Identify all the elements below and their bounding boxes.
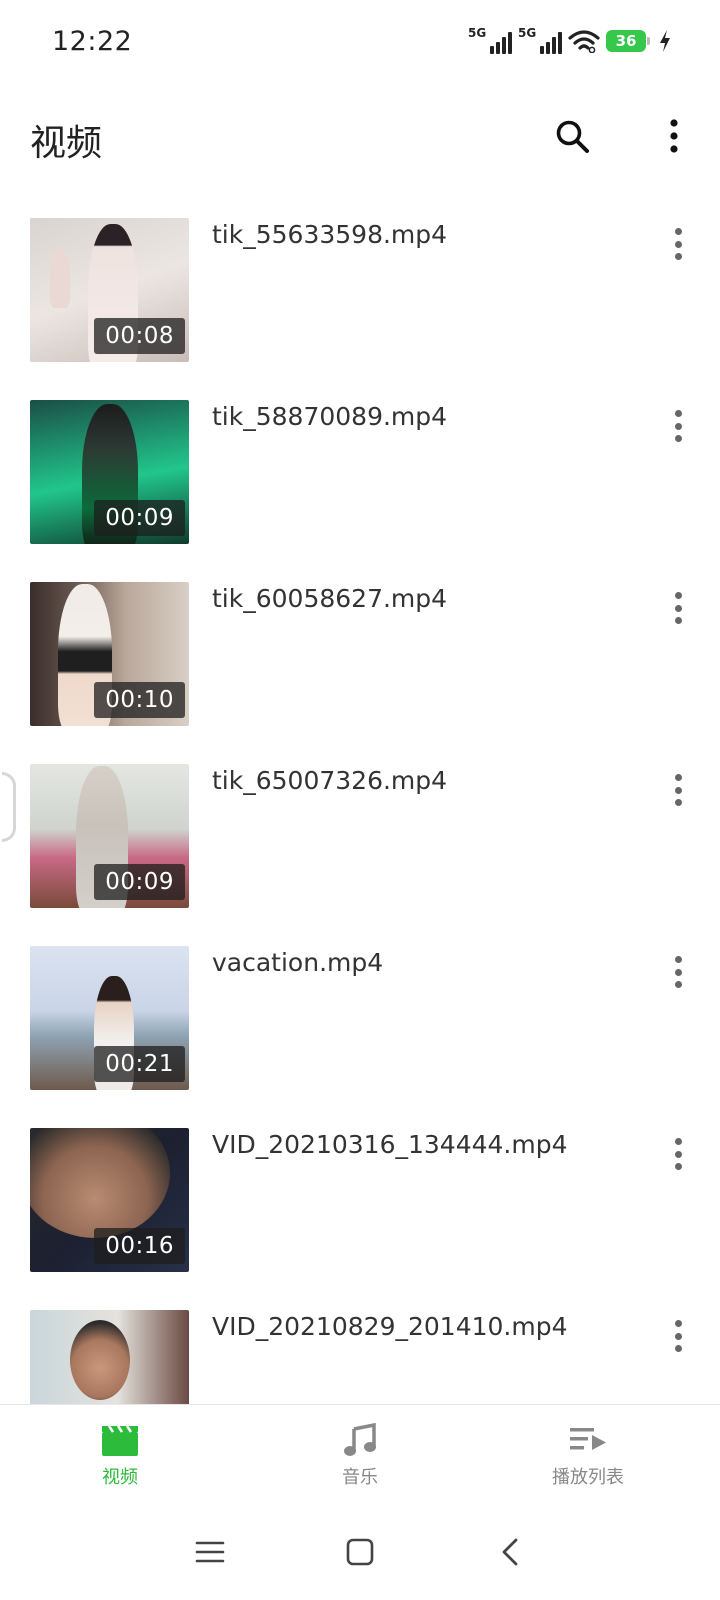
more-vertical-icon[interactable] [654, 116, 694, 156]
signal-5g-icon: 5G [518, 26, 562, 54]
nav-tab-label: 视频 [102, 1467, 138, 1488]
item-more-icon[interactable] [660, 406, 696, 446]
video-duration: 00:16 [94, 1228, 185, 1264]
video-item[interactable]: 00:09 tik_58870089.mp4 [0, 382, 720, 564]
item-more-icon[interactable] [660, 952, 696, 992]
back-chevron-icon [502, 1538, 518, 1566]
menu-icon [195, 1541, 225, 1563]
video-thumbnail[interactable]: 00:08 [30, 218, 189, 362]
charging-icon [660, 30, 670, 52]
video-thumbnail[interactable]: 00:09 [30, 764, 189, 908]
item-more-icon[interactable] [660, 770, 696, 810]
video-duration: 00:21 [94, 1046, 185, 1082]
status-bar: 12:22 5G 5G 36 [0, 0, 720, 86]
nav-tab-videos[interactable]: 视频 [50, 1423, 190, 1503]
signal-label: 5G [468, 26, 487, 40]
playlist-icon [570, 1428, 606, 1450]
wifi-icon [568, 30, 600, 53]
video-file-name: tik_55633598.mp4 [212, 220, 448, 249]
item-more-icon[interactable] [660, 588, 696, 628]
signal-5g-icon: 5G [468, 26, 512, 54]
square-icon [346, 1538, 374, 1566]
video-duration: 00:08 [94, 318, 185, 354]
video-item[interactable]: VID_20210829_201410.mp4 [0, 1292, 720, 1404]
video-thumbnail[interactable]: 00:10 [30, 582, 189, 726]
video-file-name: tik_65007326.mp4 [212, 766, 448, 795]
item-more-icon[interactable] [660, 224, 696, 264]
video-file-name: tik_58870089.mp4 [212, 402, 448, 431]
video-file-name: VID_20210829_201410.mp4 [212, 1312, 568, 1341]
bottom-nav: 视频 音乐 播放列表 [0, 1404, 720, 1508]
video-thumbnail[interactable]: 00:21 [30, 946, 189, 1090]
video-thumbnail[interactable]: 00:16 [30, 1128, 189, 1272]
status-time: 12:22 [52, 26, 133, 57]
nav-tab-label: 播放列表 [552, 1467, 624, 1488]
home-button[interactable] [338, 1532, 382, 1572]
video-file-name: vacation.mp4 [212, 948, 384, 977]
battery-level: 36 [615, 32, 637, 50]
music-note-icon [344, 1423, 376, 1456]
search-icon[interactable] [552, 116, 592, 156]
clapperboard-icon [102, 1425, 138, 1456]
video-list: 00:08 tik_55633598.mp4 00:09 tik_5887008… [0, 200, 720, 1404]
video-duration: 00:09 [94, 500, 185, 536]
nav-tab-playlist[interactable]: 播放列表 [518, 1423, 658, 1503]
nav-tab-music[interactable]: 音乐 [290, 1423, 430, 1503]
edge-swipe-handle[interactable] [2, 772, 16, 842]
video-duration: 00:09 [94, 864, 185, 900]
app-header: 视频 [0, 86, 720, 186]
video-thumbnail[interactable]: 00:09 [30, 400, 189, 544]
video-file-name: tik_60058627.mp4 [212, 584, 448, 613]
video-thumbnail[interactable] [30, 1310, 189, 1404]
item-more-icon[interactable] [660, 1134, 696, 1174]
battery-icon: 36 [606, 30, 650, 52]
video-item[interactable]: 00:08 tik_55633598.mp4 [0, 200, 720, 382]
video-duration: 00:10 [94, 682, 185, 718]
item-more-icon[interactable] [660, 1316, 696, 1356]
system-nav-bar [0, 1508, 720, 1600]
nav-tab-label: 音乐 [342, 1467, 378, 1488]
video-file-name: VID_20210316_134444.mp4 [212, 1130, 568, 1159]
video-item[interactable]: 00:10 tik_60058627.mp4 [0, 564, 720, 746]
back-button[interactable] [488, 1532, 532, 1572]
video-item[interactable]: 00:16 VID_20210316_134444.mp4 [0, 1110, 720, 1292]
status-icons: 5G 5G 36 [468, 26, 672, 54]
video-item[interactable]: 00:09 tik_65007326.mp4 [0, 746, 720, 928]
signal-label: 5G [518, 26, 537, 40]
page-title: 视频 [30, 123, 103, 164]
video-item[interactable]: 00:21 vacation.mp4 [0, 928, 720, 1110]
recent-apps-button[interactable] [188, 1532, 232, 1572]
